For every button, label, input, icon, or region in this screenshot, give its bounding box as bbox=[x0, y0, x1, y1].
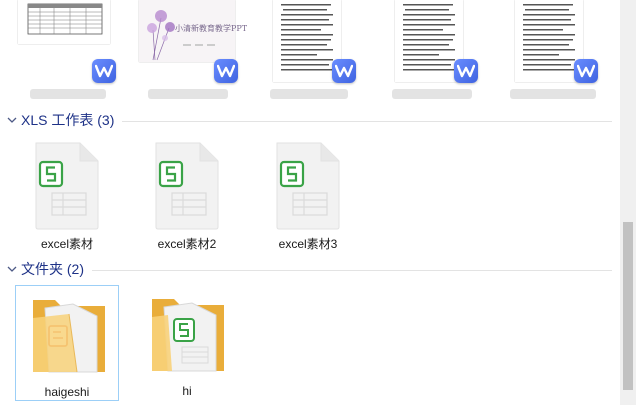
folder-name: haigeshi bbox=[44, 385, 90, 399]
blurred-filename bbox=[148, 89, 228, 99]
blurred-filename bbox=[30, 89, 106, 99]
document-text-lines bbox=[281, 4, 333, 71]
wps-writer-icon bbox=[574, 59, 598, 83]
document-thumbnail bbox=[395, 0, 463, 82]
section-header-xls[interactable]: XLS 工作表 (3) bbox=[6, 109, 612, 131]
wps-spreadsheet-file-icon bbox=[155, 142, 219, 230]
chevron-down-icon bbox=[7, 266, 17, 272]
folder-item[interactable]: hi bbox=[135, 285, 239, 401]
ppt-thumbnail: 小清新教育教学PPT bbox=[139, 0, 247, 62]
file-name: excel素材 bbox=[40, 237, 93, 251]
spreadsheet-preview-graphic bbox=[27, 3, 103, 35]
chevron-down-icon bbox=[7, 117, 17, 123]
section-title: XLS 工作表 (3) bbox=[21, 112, 115, 128]
wps-writer-icon bbox=[92, 59, 116, 83]
xls-file-item[interactable]: excel素材2 bbox=[135, 137, 239, 251]
file-explorer-view: 小清新教育教学PPT XLS 工作表 (3) excel素材 excel素材2 … bbox=[0, 0, 620, 405]
xls-file-item[interactable]: excel素材3 bbox=[256, 137, 360, 251]
blurred-filename bbox=[510, 89, 596, 99]
section-title: 文件夹 (2) bbox=[21, 261, 84, 277]
folder-icon bbox=[33, 300, 105, 373]
spreadsheet-thumbnail bbox=[18, 0, 110, 44]
ppt-caption: 小清新教育教学PPT bbox=[175, 24, 248, 33]
wps-spreadsheet-file-icon bbox=[35, 142, 99, 230]
document-text-lines bbox=[523, 4, 575, 71]
blurred-filename bbox=[392, 89, 472, 99]
xls-file-item[interactable]: excel素材 bbox=[15, 137, 119, 251]
blurred-filename bbox=[270, 89, 348, 99]
section-divider bbox=[122, 120, 612, 122]
folder-name: hi bbox=[182, 384, 192, 398]
wps-spreadsheet-file-icon bbox=[276, 142, 340, 230]
wps-writer-icon bbox=[332, 59, 356, 83]
section-header-folders[interactable]: 文件夹 (2) bbox=[6, 258, 612, 280]
file-name: excel素材3 bbox=[278, 237, 338, 251]
folder-icon bbox=[152, 299, 224, 372]
document-text-lines bbox=[403, 4, 455, 71]
vertical-scrollbar[interactable] bbox=[620, 0, 636, 405]
wps-presentation-icon bbox=[214, 59, 238, 83]
file-name: excel素材2 bbox=[157, 237, 217, 251]
wps-writer-icon bbox=[454, 59, 478, 83]
scrollbar-thumb[interactable] bbox=[623, 222, 633, 390]
document-thumbnail bbox=[273, 0, 341, 82]
folder-item[interactable]: haigeshi bbox=[15, 285, 119, 401]
section-divider bbox=[92, 269, 612, 271]
document-thumbnail bbox=[515, 0, 583, 82]
